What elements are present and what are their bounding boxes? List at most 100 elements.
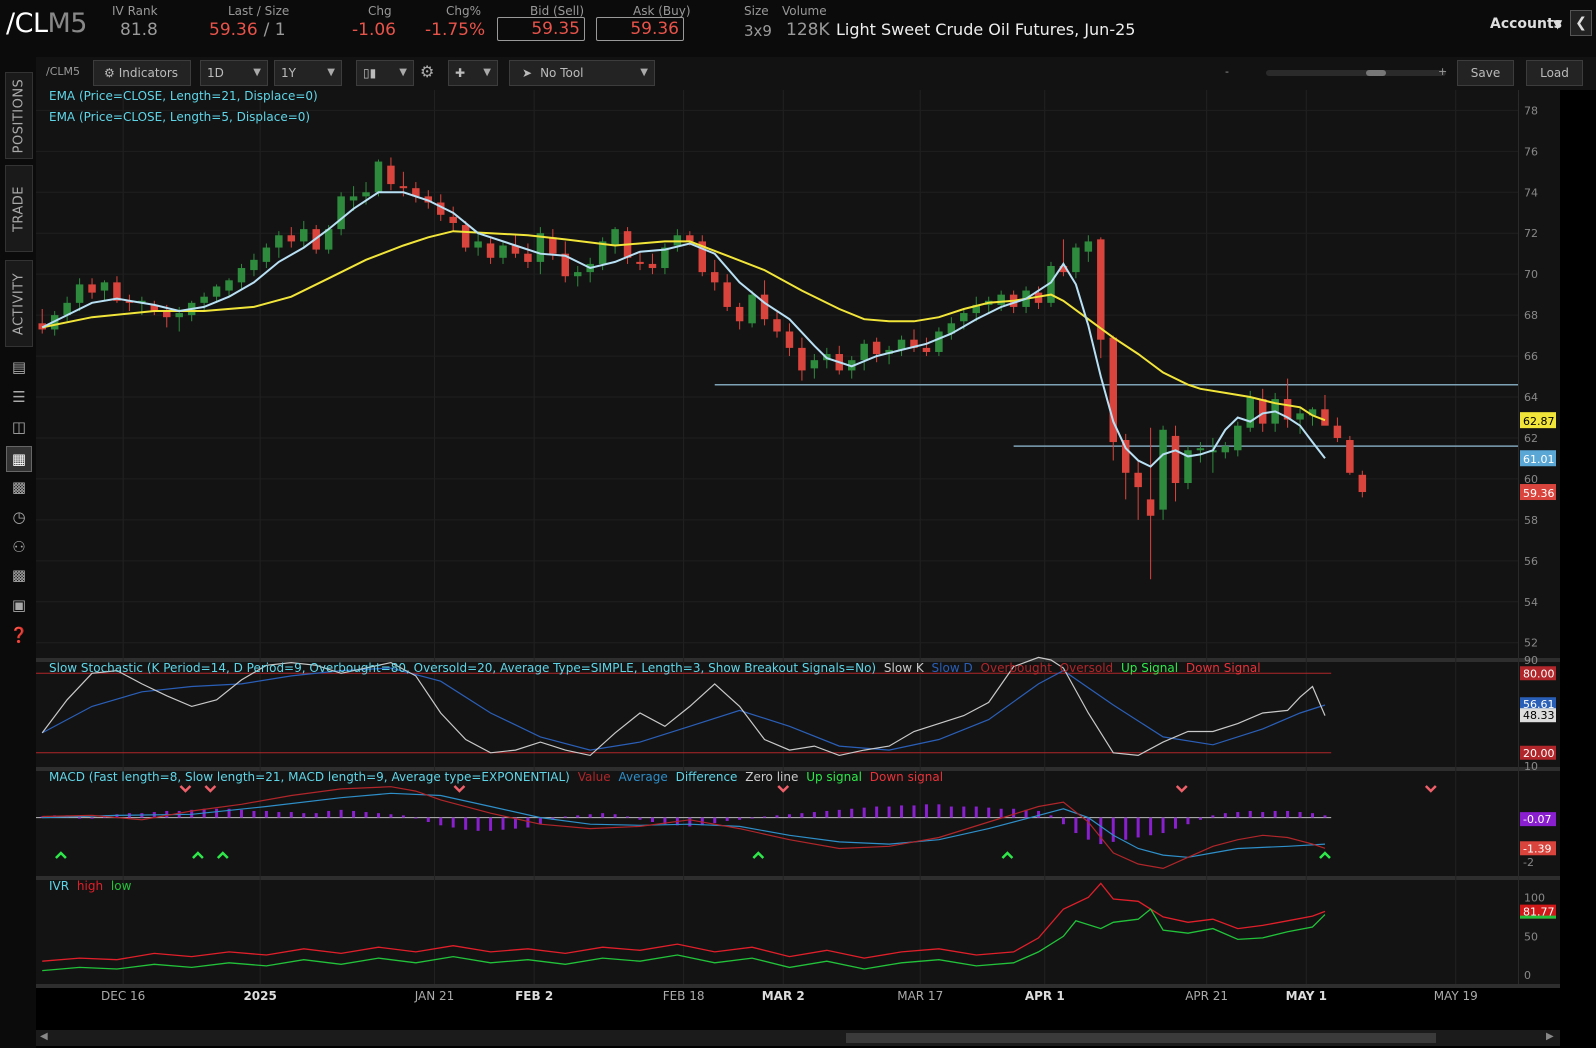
candle-body[interactable] bbox=[1246, 397, 1254, 428]
chart-svg[interactable]: DEC 16 2025 JAN 21 FEB 2 FEB 18 MAR 2 MAR 17 AP… bbox=[36, 90, 1596, 1030]
chart-area[interactable]: DEC 16 2025 JAN 21 FEB 2 FEB 18 MAR 2 MAR 17 AP… bbox=[36, 89, 1596, 1030]
candle-body[interactable] bbox=[798, 347, 806, 371]
zoom-in-button[interactable]: + bbox=[1438, 65, 1447, 78]
candle-body[interactable] bbox=[1171, 435, 1180, 484]
collapse-panel-button[interactable]: ❮ bbox=[1570, 10, 1592, 36]
candle-body[interactable] bbox=[735, 306, 744, 322]
candle-body[interactable] bbox=[997, 294, 1005, 305]
zoom-out-button[interactable]: - bbox=[1225, 65, 1229, 78]
scrollbar-thumb[interactable] bbox=[846, 1033, 1436, 1043]
zoom-slider-handle[interactable] bbox=[1366, 70, 1386, 76]
candle-body[interactable] bbox=[1072, 247, 1080, 273]
time-period-select[interactable]: 1Y ▼ bbox=[274, 60, 342, 86]
candle-body[interactable] bbox=[300, 229, 308, 242]
candle-body[interactable] bbox=[212, 286, 221, 297]
list-icon[interactable]: ☰ bbox=[9, 387, 29, 407]
tab-activity[interactable]: ACTIVITY bbox=[5, 260, 33, 347]
candle-body[interactable] bbox=[1321, 409, 1329, 426]
load-button[interactable]: Load bbox=[1526, 60, 1583, 86]
chart-type-select[interactable]: ▯▮ ▼ bbox=[356, 60, 414, 86]
candle-body[interactable] bbox=[549, 237, 557, 254]
grid-icon[interactable]: ▩ bbox=[9, 477, 29, 497]
candle-body[interactable] bbox=[75, 284, 84, 303]
candle-body[interactable] bbox=[362, 192, 370, 197]
candle-body[interactable] bbox=[1221, 446, 1230, 453]
candle-body[interactable] bbox=[499, 245, 507, 258]
candle-body[interactable] bbox=[935, 331, 943, 352]
candle-body[interactable] bbox=[810, 360, 819, 369]
candle-body[interactable] bbox=[922, 347, 931, 352]
candle-body[interactable] bbox=[1196, 448, 1205, 451]
candle-body[interactable] bbox=[611, 229, 619, 246]
candle-body[interactable] bbox=[748, 294, 756, 324]
candle-body[interactable] bbox=[337, 196, 345, 230]
save-button[interactable]: Save bbox=[1457, 60, 1514, 86]
candle-body[interactable] bbox=[1346, 440, 1354, 473]
candle-body[interactable] bbox=[449, 216, 457, 223]
candle-body[interactable] bbox=[262, 247, 271, 262]
people-icon[interactable]: ⚇ bbox=[9, 537, 29, 557]
scroll-left-icon[interactable]: ◀ bbox=[40, 1031, 48, 1042]
candle-body[interactable] bbox=[1358, 474, 1367, 493]
zoom-slider[interactable] bbox=[1266, 70, 1446, 76]
candle-body[interactable] bbox=[1296, 413, 1304, 420]
candle-body[interactable] bbox=[1159, 429, 1167, 510]
candle-body[interactable] bbox=[710, 272, 719, 283]
pane-divider[interactable] bbox=[36, 876, 1560, 880]
chevron-down-icon[interactable]: ▼ bbox=[1553, 17, 1562, 31]
candle-body[interactable] bbox=[237, 268, 246, 283]
time-scrollbar[interactable]: ◀ ▶ bbox=[36, 1030, 1560, 1046]
accounts-menu[interactable]: Accounts bbox=[1490, 16, 1562, 32]
chart-icon[interactable]: ▦ bbox=[6, 446, 32, 472]
tab-positions[interactable]: POSITIONS bbox=[5, 72, 33, 159]
symbol-title[interactable]: /CLM5 bbox=[6, 8, 87, 39]
candle-body[interactable] bbox=[100, 282, 109, 291]
aggregation-select[interactable]: 1D ▼ bbox=[200, 60, 268, 86]
candle-body[interactable] bbox=[287, 235, 296, 242]
watchlist-icon[interactable]: ▤ bbox=[9, 357, 29, 377]
candle-body[interactable] bbox=[275, 235, 283, 248]
candle-body[interactable] bbox=[785, 331, 794, 348]
candle-body[interactable] bbox=[960, 313, 968, 322]
candle-body[interactable] bbox=[374, 161, 383, 193]
candle-body[interactable] bbox=[1258, 399, 1267, 424]
candle-body[interactable] bbox=[636, 261, 644, 264]
ask-button[interactable]: 59.36 bbox=[596, 17, 684, 41]
indicators-button[interactable]: ⚙ Indicators bbox=[93, 60, 191, 86]
candle-body[interactable] bbox=[723, 282, 731, 307]
news-icon[interactable]: ▣ bbox=[9, 595, 29, 615]
candle-body[interactable] bbox=[175, 313, 183, 318]
settings-gear-icon[interactable]: ⚙ bbox=[420, 62, 434, 81]
candle-body[interactable] bbox=[1333, 425, 1342, 438]
dashboard-icon[interactable]: ◷ bbox=[9, 507, 29, 527]
candle-body[interactable] bbox=[387, 165, 395, 185]
scroll-right-icon[interactable]: ▶ bbox=[1546, 1031, 1554, 1042]
candle-body[interactable] bbox=[88, 284, 96, 293]
candle-body[interactable] bbox=[250, 259, 258, 271]
candle-body[interactable] bbox=[773, 319, 781, 332]
tv-icon[interactable]: ◫ bbox=[9, 417, 29, 437]
calendar-icon[interactable]: ▩ bbox=[9, 565, 29, 585]
pane-divider[interactable] bbox=[36, 984, 1560, 988]
candle-body[interactable] bbox=[1084, 241, 1093, 252]
candle-body[interactable] bbox=[760, 294, 769, 320]
candle-body[interactable] bbox=[349, 196, 358, 201]
drawing-tool-select[interactable]: ➤ No Tool ▼ bbox=[509, 60, 655, 86]
candle-body[interactable] bbox=[225, 280, 233, 291]
candle-body[interactable] bbox=[872, 341, 881, 355]
drawing-set-select[interactable]: ✚ ▼ bbox=[448, 60, 498, 86]
candle-body[interactable] bbox=[648, 263, 657, 269]
candle-body[interactable] bbox=[1134, 472, 1142, 488]
bid-button[interactable]: 59.35 bbox=[497, 17, 585, 41]
candle-body[interactable] bbox=[1097, 239, 1105, 340]
candle-body[interactable] bbox=[486, 243, 495, 258]
toolbar-symbol[interactable]: /CLM5 bbox=[46, 65, 80, 78]
candle-body[interactable] bbox=[461, 225, 470, 248]
candle-body[interactable] bbox=[1234, 425, 1242, 451]
candle-body[interactable] bbox=[574, 272, 582, 277]
candle-body[interactable] bbox=[673, 235, 682, 246]
candle-body[interactable] bbox=[399, 186, 408, 189]
candle-body[interactable] bbox=[474, 241, 482, 248]
candle-body[interactable] bbox=[1146, 499, 1155, 516]
help-icon[interactable]: ❓ bbox=[9, 625, 29, 645]
